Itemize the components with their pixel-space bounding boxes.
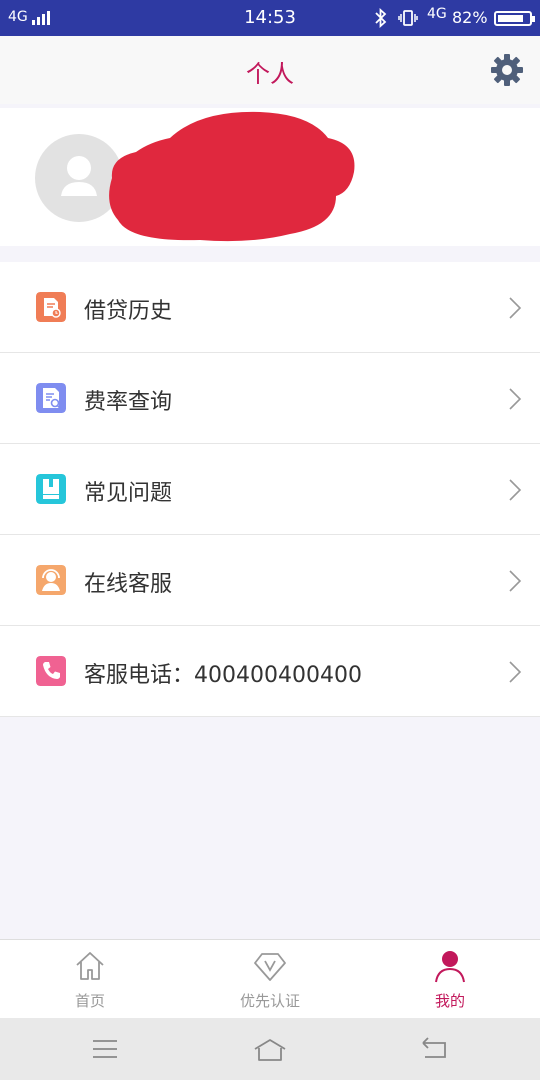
chevron-right-icon (509, 661, 522, 683)
tab-label: 首页 (74, 992, 105, 1010)
menu-item-label: 客服电话：400400400400 (84, 663, 362, 688)
profile-card[interactable] (0, 108, 540, 246)
menu-item-rate-inquiry[interactable]: 费率查询 (0, 353, 540, 444)
network-type-right: 4G (427, 6, 447, 22)
chevron-right-icon (509, 297, 522, 319)
redacted-username (109, 111, 355, 242)
chevron-right-icon (509, 388, 522, 410)
menu-list: 借贷历史 费率查询 常见问题 在线客服 客服电话：400400400400 (0, 262, 540, 717)
person-icon (435, 951, 465, 983)
tab-mine[interactable]: 我的 (390, 940, 510, 1019)
tab-label: 我的 (434, 992, 465, 1010)
customer-service-icon (36, 565, 66, 595)
page-title: 个人 (246, 60, 294, 88)
app-header: 个人 (0, 36, 540, 104)
tab-label: 优先认证 (239, 992, 300, 1010)
home-icon (76, 952, 104, 980)
rate-search-icon (36, 383, 66, 413)
faq-book-icon (36, 474, 66, 504)
status-bar: 4G 14:53 4G 82% (0, 0, 540, 36)
menu-item-faq[interactable]: 常见问题 (0, 444, 540, 535)
gear-icon[interactable] (489, 52, 525, 88)
menu-item-loan-history[interactable]: 借贷历史 (0, 262, 540, 353)
menu-item-online-service[interactable]: 在线客服 (0, 535, 540, 626)
bottom-tab-bar: 首页 优先认证 我的 (0, 939, 540, 1018)
menu-item-label: 费率查询 (84, 390, 173, 415)
menu-item-label: 借贷历史 (84, 299, 173, 324)
system-nav-bar (0, 1018, 540, 1080)
diamond-v-icon (254, 953, 286, 981)
menu-item-label: 常见问题 (84, 481, 173, 506)
loan-history-icon (36, 292, 66, 322)
tab-home[interactable]: 首页 (30, 940, 150, 1019)
battery-percent: 82% (452, 8, 488, 27)
tab-priority-verification[interactable]: 优先认证 (210, 940, 330, 1019)
chevron-right-icon (509, 570, 522, 592)
phone-icon (36, 656, 66, 686)
chevron-right-icon (509, 479, 522, 501)
menu-item-service-phone[interactable]: 客服电话：400400400400 (0, 626, 540, 717)
back-icon[interactable] (417, 1035, 451, 1063)
menu-item-label: 在线客服 (84, 572, 173, 597)
bluetooth-icon (375, 8, 387, 28)
vibrate-icon (398, 10, 418, 26)
home-nav-icon[interactable] (253, 1035, 287, 1063)
menu-icon[interactable] (88, 1035, 122, 1063)
battery-icon (494, 11, 535, 26)
